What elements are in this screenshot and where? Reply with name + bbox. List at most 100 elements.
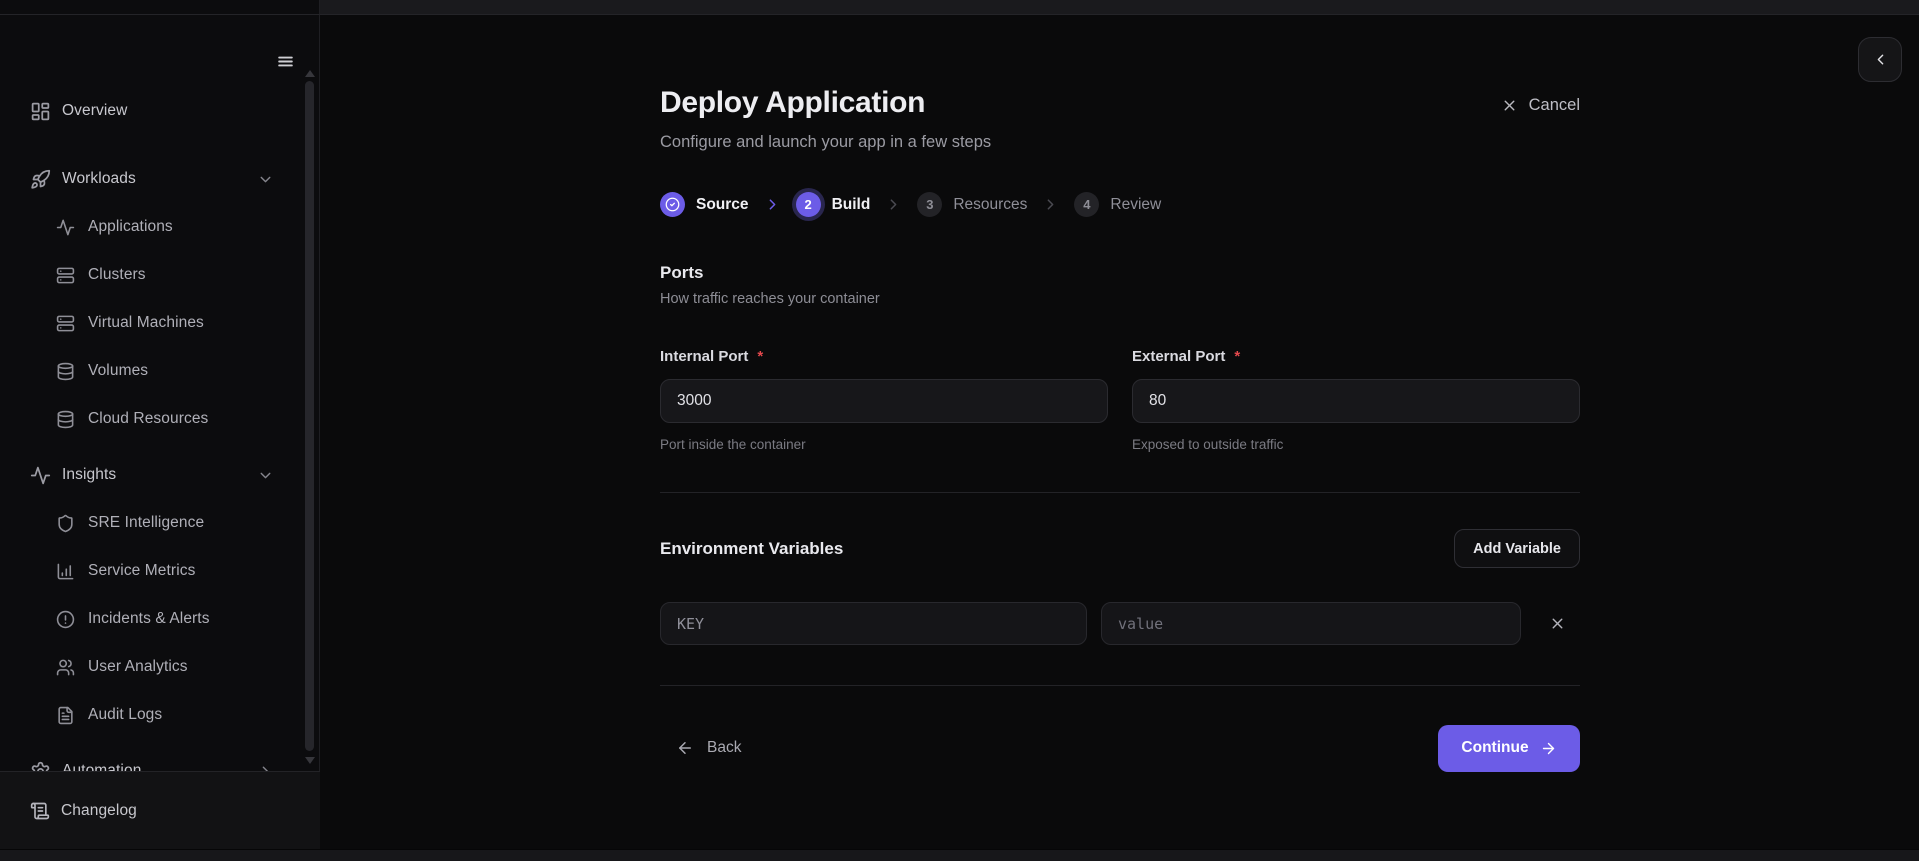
- sidebar-item-label: SRE Intelligence: [88, 514, 205, 531]
- sidebar-item-service-metrics[interactable]: Service Metrics: [0, 547, 320, 595]
- app-root: Overview Workloads Applications Clusters…: [0, 0, 1919, 861]
- x-icon: [1501, 97, 1518, 114]
- chevron-down-icon: [257, 467, 274, 484]
- sidebar-item-label: User Analytics: [88, 658, 188, 675]
- scrollbar-up-arrow[interactable]: [305, 70, 315, 77]
- activity-icon: [56, 218, 75, 237]
- chevron-right-icon: [885, 196, 902, 213]
- collapse-panel-button[interactable]: [1858, 37, 1902, 82]
- users-icon: [56, 658, 75, 677]
- scrollbar-thumb[interactable]: [305, 81, 314, 751]
- chevron-down-icon: [257, 171, 274, 188]
- step-number: 3: [917, 192, 943, 217]
- sidebar-item-insights[interactable]: Insights: [0, 451, 320, 499]
- ports-section-header: Ports How traffic reaches your container: [660, 263, 1580, 307]
- step-number: 2: [795, 192, 821, 217]
- sidebar-item-clusters[interactable]: Clusters: [0, 251, 320, 299]
- chevron-left-icon: [1872, 51, 1889, 68]
- sidebar-item-label: Workloads: [62, 170, 136, 187]
- menu-icon[interactable]: [272, 48, 298, 74]
- bar-chart-icon: [56, 562, 75, 581]
- arrow-left-icon: [676, 739, 694, 757]
- step-resources[interactable]: 3 Resources: [917, 192, 1027, 217]
- sidebar-item-sre-intelligence[interactable]: SRE Intelligence: [0, 499, 320, 547]
- sidebar-item-user-analytics[interactable]: User Analytics: [0, 643, 320, 691]
- continue-button[interactable]: Continue: [1438, 724, 1580, 772]
- sidebar-item-applications[interactable]: Applications: [0, 203, 320, 251]
- step-review[interactable]: 4 Review: [1074, 192, 1161, 217]
- required-asterisk: *: [757, 348, 764, 365]
- env-section-header: Environment Variables Add Variable: [660, 529, 1580, 568]
- scrollbar-down-arrow[interactable]: [305, 757, 315, 764]
- wizard-actions: Back Continue: [660, 705, 1580, 791]
- main-area: Deploy Application Configure and launch …: [321, 15, 1919, 849]
- back-label: Back: [707, 739, 742, 756]
- top-bar-sidebar-segment: [0, 0, 320, 14]
- ports-fields: Internal Port * Port inside the containe…: [660, 348, 1580, 452]
- sidebar-nav: Overview Workloads Applications Clusters…: [0, 15, 320, 771]
- chevron-right-icon: [1042, 196, 1059, 213]
- env-variable-row: [660, 602, 1580, 645]
- sidebar-scrollbar[interactable]: [303, 15, 317, 771]
- sidebar-item-cloud-resources[interactable]: Cloud Resources: [0, 395, 320, 443]
- activity-icon: [30, 465, 51, 486]
- cancel-label: Cancel: [1528, 96, 1580, 114]
- sidebar-item-label: Applications: [88, 218, 173, 235]
- ports-description: How traffic reaches your container: [660, 291, 880, 307]
- sidebar-item-incidents-alerts[interactable]: Incidents & Alerts: [0, 595, 320, 643]
- scroll-icon: [30, 801, 50, 821]
- internal-port-input[interactable]: [660, 379, 1108, 423]
- sidebar-item-label: Changelog: [61, 801, 137, 819]
- sidebar-item-label: Overview: [62, 102, 128, 119]
- step-label: Resources: [953, 195, 1028, 213]
- add-variable-button[interactable]: Add Variable: [1454, 529, 1580, 568]
- env-value-input[interactable]: [1101, 602, 1521, 645]
- remove-variable-button[interactable]: [1549, 615, 1566, 632]
- bottom-strip: [0, 849, 1919, 861]
- database-icon: [56, 362, 75, 381]
- sidebar-item-automation[interactable]: Automation: [0, 747, 320, 771]
- required-asterisk: *: [1234, 348, 1241, 365]
- sidebar-item-volumes[interactable]: Volumes: [0, 347, 320, 395]
- cancel-button[interactable]: Cancel: [1501, 96, 1580, 115]
- step-number: 4: [1074, 192, 1100, 217]
- x-icon: [1549, 615, 1566, 632]
- internal-port-label: Internal Port: [660, 348, 749, 365]
- sidebar-item-virtual-machines[interactable]: Virtual Machines: [0, 299, 320, 347]
- external-port-input[interactable]: [1132, 379, 1580, 423]
- step-build[interactable]: 2 Build: [795, 192, 870, 217]
- file-text-icon: [56, 706, 75, 725]
- internal-port-helper: Port inside the container: [660, 437, 806, 452]
- internal-port-field-group: Internal Port * Port inside the containe…: [660, 348, 1108, 452]
- sidebar-item-changelog[interactable]: Changelog: [30, 787, 137, 835]
- server-icon: [56, 314, 75, 333]
- sidebar-item-label: Volumes: [88, 362, 149, 379]
- wizard-stepper: Source 2 Build 3 Resources 4 Review: [660, 192, 1580, 217]
- circle-check-icon: [660, 192, 685, 217]
- step-label: Source: [696, 195, 749, 213]
- wizard-header: Deploy Application Configure and launch …: [660, 15, 1580, 152]
- chevron-right-icon: [764, 196, 781, 213]
- arrow-right-icon: [1540, 740, 1557, 757]
- step-source[interactable]: Source: [660, 192, 749, 217]
- database-icon: [56, 410, 75, 429]
- sidebar-item-label: Audit Logs: [88, 706, 163, 723]
- back-button[interactable]: Back: [676, 739, 741, 757]
- sidebar-item-overview[interactable]: Overview: [0, 87, 320, 135]
- ports-title: Ports: [660, 263, 704, 282]
- sidebar-item-label: Virtual Machines: [88, 314, 204, 331]
- dashboard-icon: [30, 101, 51, 122]
- shield-icon: [56, 514, 75, 533]
- sidebar-item-audit-logs[interactable]: Audit Logs: [0, 691, 320, 739]
- sidebar-item-label: Service Metrics: [88, 562, 196, 579]
- sidebar-item-label: Cloud Resources: [88, 410, 209, 427]
- sidebar-item-workloads[interactable]: Workloads: [0, 155, 320, 203]
- step-label: Review: [1110, 195, 1162, 213]
- server-icon: [56, 266, 75, 285]
- sidebar-footer: Changelog: [0, 771, 320, 849]
- rocket-icon: [30, 169, 51, 190]
- top-bar: [0, 0, 1919, 15]
- env-title: Environment Variables: [660, 538, 844, 558]
- env-key-input[interactable]: [660, 602, 1087, 645]
- page-title: Deploy Application: [660, 86, 926, 119]
